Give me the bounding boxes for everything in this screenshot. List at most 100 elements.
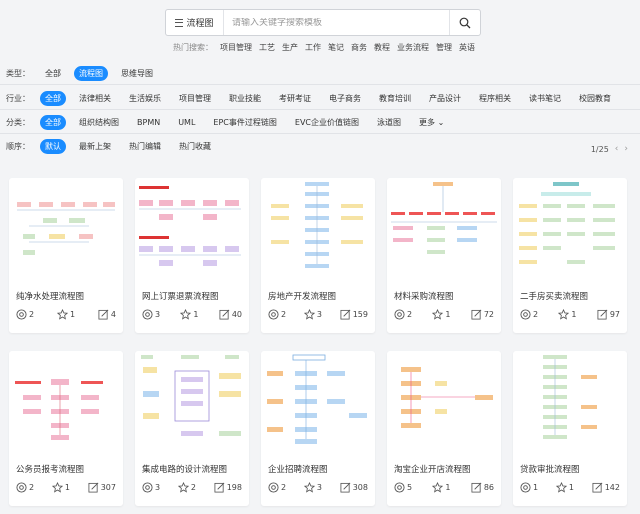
likes-value: 1: [571, 310, 577, 319]
hot-keyword[interactable]: 管理: [436, 42, 452, 53]
likes-count: 1: [56, 309, 75, 320]
search-bar: 流程图: [165, 9, 481, 36]
hot-keyword[interactable]: 项目管理: [220, 42, 252, 53]
template-title: 材料采购流程图: [394, 292, 454, 302]
filter-option[interactable]: 思维导图: [116, 66, 158, 81]
star-icon: [56, 309, 68, 320]
template-card[interactable]: 材料采购流程图 2 1 72: [387, 178, 501, 333]
template-stats: 2 3 308: [268, 482, 368, 493]
template-stats: 2 1 72: [394, 309, 494, 320]
template-card[interactable]: 集成电路的设计流程图 3 2 198: [135, 351, 249, 506]
edits-count: 142: [592, 482, 620, 493]
star-icon: [558, 309, 570, 320]
search-type-label: 流程图: [186, 19, 214, 29]
template-card[interactable]: 二手房买卖流程图 2 1 97: [513, 178, 627, 333]
sort-option[interactable]: 热门收藏: [174, 139, 216, 154]
views-count: 2: [16, 309, 34, 320]
filter-option[interactable]: 校园教育: [574, 91, 616, 106]
prev-page-icon[interactable]: ‹: [615, 144, 619, 154]
filter-option[interactable]: 程序相关: [474, 91, 516, 106]
edits-value: 97: [609, 310, 620, 319]
filter-option[interactable]: 职业技能: [224, 91, 266, 106]
views-value: 2: [281, 310, 287, 319]
filter-option[interactable]: 法律相关: [74, 91, 116, 106]
edits-value: 4: [110, 310, 116, 319]
template-card[interactable]: 网上订票退票流程图 3 1 40: [135, 178, 249, 333]
edits-count: 40: [219, 309, 242, 320]
filter-option-active[interactable]: 全部: [40, 91, 66, 106]
filter-option[interactable]: EPC事件过程链图: [208, 115, 281, 130]
filter-option-active[interactable]: 全部: [40, 115, 66, 130]
views-count: 2: [16, 482, 34, 493]
template-title: 集成电路的设计流程图: [142, 465, 228, 475]
template-stats: 3 2 198: [142, 482, 242, 493]
template-card[interactable]: 贷款审批流程图 1 1 142: [513, 351, 627, 506]
edit-icon: [88, 482, 99, 493]
hot-keyword[interactable]: 生产: [282, 42, 298, 53]
template-stats: 2 1 97: [520, 309, 620, 320]
hot-keyword[interactable]: 工艺: [259, 42, 275, 53]
edits-value: 307: [100, 483, 116, 492]
eye-icon: [394, 482, 405, 493]
template-thumbnail: [139, 186, 241, 266]
filter-option[interactable]: 泳道图: [372, 115, 406, 130]
template-thumbnail: [543, 355, 597, 439]
search-type-dropdown[interactable]: 流程图: [166, 10, 224, 35]
edit-icon: [592, 482, 603, 493]
star-icon: [180, 309, 192, 320]
filter-option[interactable]: 考研考证: [274, 91, 316, 106]
hot-keyword[interactable]: 教程: [374, 42, 390, 53]
views-count: 3: [142, 482, 160, 493]
filter-more-dropdown[interactable]: 更多 ⌄: [414, 115, 449, 130]
star-icon: [303, 482, 315, 493]
sort-option[interactable]: 热门编辑: [124, 139, 166, 154]
filter-row-sort: 顺序： 默认 最新上架 热门编辑 热门收藏: [6, 139, 224, 154]
views-value: 1: [533, 483, 539, 492]
divider: [0, 109, 640, 110]
filter-option[interactable]: 电子商务: [324, 91, 366, 106]
divider: [0, 133, 640, 134]
hot-keyword[interactable]: 工作: [305, 42, 321, 53]
filter-option[interactable]: 生活娱乐: [124, 91, 166, 106]
template-card[interactable]: 纯净水处理流程图 2 1 4: [9, 178, 123, 333]
template-card[interactable]: 公务员报考流程图 2 1 307: [9, 351, 123, 506]
sort-option[interactable]: 最新上架: [74, 139, 116, 154]
filter-option[interactable]: 读书笔记: [524, 91, 566, 106]
next-page-icon[interactable]: ›: [624, 144, 628, 154]
edit-icon: [471, 309, 482, 320]
template-card[interactable]: 房地产开发流程图 2 3 159: [261, 178, 375, 333]
edits-value: 86: [483, 483, 494, 492]
filter-row-industry: 行业： 全部 法律相关 生活娱乐 项目管理 职业技能 考研考证 电子商务 教育培…: [6, 91, 624, 106]
filter-option[interactable]: UML: [173, 116, 200, 129]
edits-count: 97: [597, 309, 620, 320]
filter-option[interactable]: 项目管理: [174, 91, 216, 106]
hot-keyword[interactable]: 商务: [351, 42, 367, 53]
hot-keyword[interactable]: 业务流程: [397, 42, 429, 53]
filter-option[interactable]: 全部: [40, 66, 66, 81]
filter-option[interactable]: BPMN: [132, 116, 165, 129]
hot-keyword[interactable]: 英语: [459, 42, 475, 53]
hot-keyword[interactable]: 笔记: [328, 42, 344, 53]
likes-count: 1: [180, 309, 199, 320]
likes-value: 1: [193, 310, 199, 319]
search-button[interactable]: [449, 10, 480, 35]
filter-option[interactable]: 组织结构图: [74, 115, 124, 130]
template-card[interactable]: 淘宝企业开店流程图 5 1 86: [387, 351, 501, 506]
edit-icon: [98, 309, 109, 320]
filter-option[interactable]: 产品设计: [424, 91, 466, 106]
search-input[interactable]: [224, 17, 449, 28]
template-card[interactable]: 企业招聘流程图 2 3 308: [261, 351, 375, 506]
eye-icon: [394, 309, 405, 320]
views-count: 1: [520, 482, 538, 493]
likes-count: 1: [432, 482, 451, 493]
views-count: 3: [142, 309, 160, 320]
views-value: 5: [407, 483, 413, 492]
edits-value: 40: [231, 310, 242, 319]
sort-option-active[interactable]: 默认: [40, 139, 66, 154]
filter-option[interactable]: 教育培训: [374, 91, 416, 106]
edits-count: 307: [88, 482, 116, 493]
filter-option[interactable]: EVC企业价值链图: [290, 115, 364, 130]
filter-option-active[interactable]: 流程图: [74, 66, 108, 81]
eye-icon: [16, 309, 27, 320]
filter-more-label: 更多: [419, 118, 436, 127]
